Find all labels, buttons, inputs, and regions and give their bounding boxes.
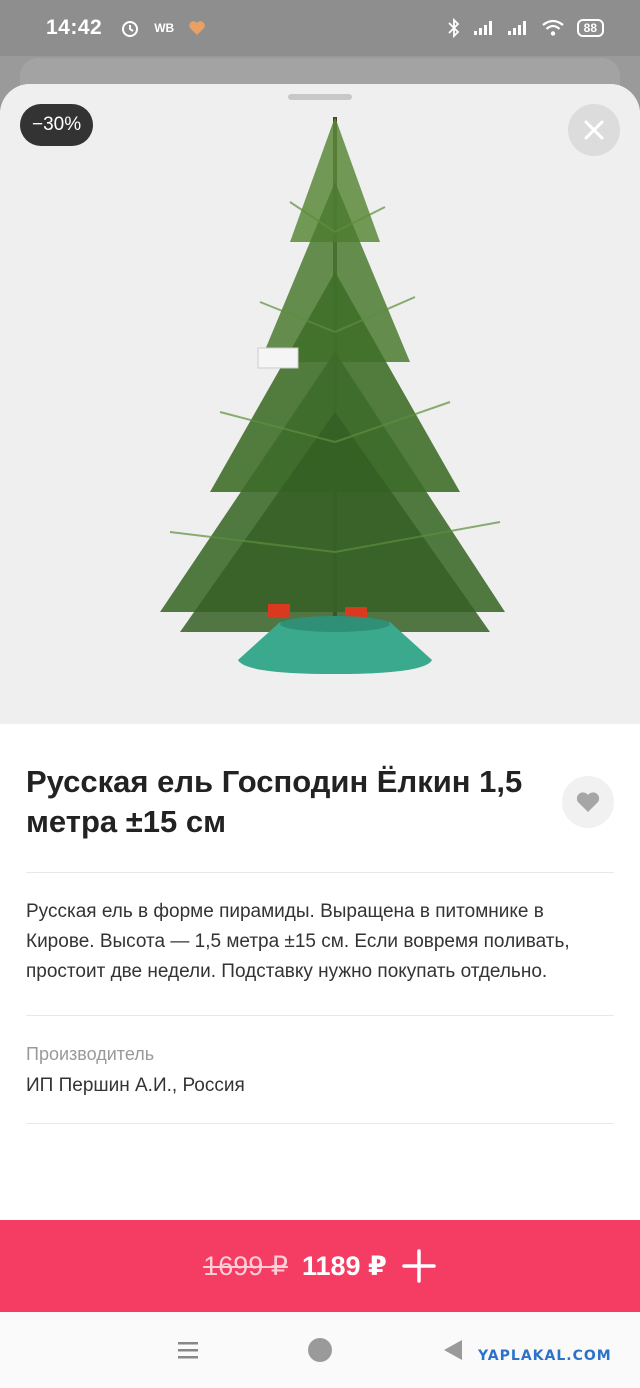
- product-sheet: −30% Русская ель Господин Ёлкин 1,5 метр…: [0, 84, 640, 1314]
- favorite-button[interactable]: [562, 776, 614, 828]
- discount-text: −30%: [32, 114, 82, 135]
- divider: [26, 1123, 614, 1124]
- status-bar: 14:42 WB 88: [0, 0, 640, 56]
- heart-icon: [576, 792, 600, 812]
- plus-icon: [402, 1249, 436, 1283]
- discount-badge: −30%: [20, 104, 94, 146]
- old-price: 1699 ₽: [203, 1250, 288, 1281]
- product-image: −30%: [0, 84, 640, 724]
- product-description: Русская ель в форме пирамиды. Выращена в…: [26, 901, 570, 982]
- alarm-icon: [122, 21, 139, 37]
- manufacturer-value: ИП Першин А.И., Россия: [26, 1075, 245, 1096]
- product-title: Русская ель Господин Ёлкин 1,5 метра ±15…: [26, 764, 523, 839]
- bluetooth-icon: [448, 18, 459, 38]
- drag-handle[interactable]: [288, 94, 352, 100]
- menu-icon[interactable]: [176, 1338, 200, 1362]
- signal-icon: [507, 21, 526, 35]
- watermark: YAPLAKAL.COM: [478, 1348, 612, 1364]
- wifi-icon: [541, 19, 564, 36]
- new-price: 1189 ₽: [301, 1250, 387, 1281]
- battery-icon: 88: [576, 19, 604, 37]
- add-to-cart-button[interactable]: 1699 ₽ 1189 ₽: [0, 1220, 640, 1312]
- home-icon[interactable]: [308, 1338, 332, 1362]
- battery-level: 88: [583, 21, 597, 35]
- close-button[interactable]: [568, 104, 620, 156]
- wb-icon: WB: [154, 21, 175, 35]
- heart-app-icon: [189, 21, 206, 35]
- signal-icon: [473, 21, 492, 35]
- christmas-tree-image: [160, 117, 505, 674]
- close-icon: [584, 120, 604, 140]
- status-time: 14:42: [46, 16, 103, 39]
- manufacturer-label: Производитель: [26, 1044, 155, 1064]
- manufacturer-block: Производитель ИП Першин А.И., Россия: [0, 1016, 640, 1123]
- back-icon[interactable]: [442, 1338, 464, 1362]
